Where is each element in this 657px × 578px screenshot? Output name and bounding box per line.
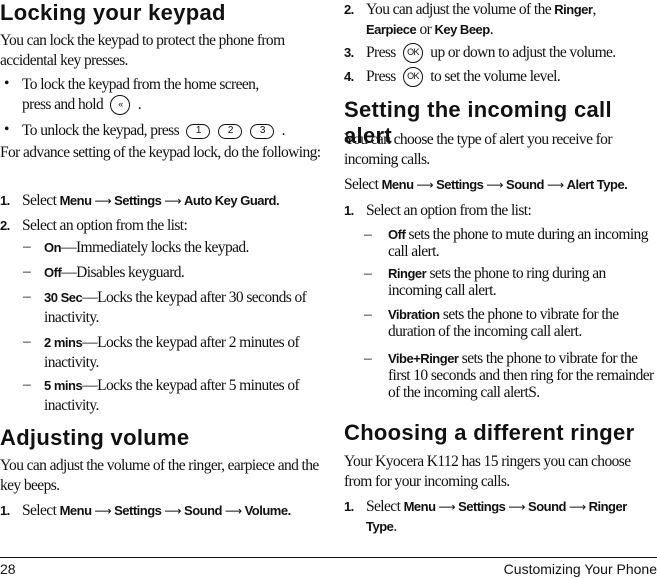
step-2-select-option: 2. Select an option from the list: bbox=[0, 217, 188, 234]
chapter-title: Customizing Your Phone bbox=[503, 561, 657, 577]
volume-intro: You can adjust the volume of the ringer,… bbox=[0, 457, 319, 494]
arrow-icon: ⟶ bbox=[508, 500, 526, 514]
locking-intro: You can lock the keypad to protect the p… bbox=[0, 32, 285, 69]
option-30-sec: – 30 Sec—Locks the keypad after 30 secon… bbox=[23, 288, 307, 326]
bullet-lock: • To lock the keypad from the home scree… bbox=[0, 75, 322, 116]
alert-step-1: 1. Select an option from the list: bbox=[344, 202, 532, 219]
advance-setting-text: For advance setting of the keypad lock, … bbox=[0, 144, 321, 161]
arrow-icon: ⟶ bbox=[164, 194, 182, 208]
bullet-dot: • bbox=[4, 121, 9, 138]
alert-select-path: Select Menu ⟶ Settings ⟶ Sound ⟶ Alert Type. bbox=[344, 176, 628, 193]
arrow-icon: ⟶ bbox=[546, 178, 564, 192]
step-1-auto-key-guard: 1. Select Menu ⟶ Settings ⟶ Auto Key Guard. bbox=[0, 192, 280, 209]
alert-intro: You can choose the type of alert you rec… bbox=[344, 131, 613, 168]
ringer-intro: Your Kyocera K112 has 15 ringers you can… bbox=[344, 453, 631, 490]
alert-option-vibe-ringer: – Vibe+Ringer sets the phone to vibrate … bbox=[364, 350, 654, 401]
arrow-icon: ⟶ bbox=[568, 500, 586, 514]
step-1-volume: 1. Select Menu ⟶ Settings ⟶ Sound ⟶ Volume. bbox=[0, 502, 291, 519]
heading-different-ringer: Choosing a different ringer bbox=[344, 420, 635, 445]
arrow-icon: ⟶ bbox=[224, 504, 242, 518]
ok-key-icon: OK bbox=[403, 67, 424, 88]
step-4-press-ok: 4. Press OK to set the volume level. bbox=[344, 67, 657, 88]
footer-divider bbox=[0, 557, 657, 558]
step-3-press-ok: 3. Press OK up or down to adjust the vol… bbox=[344, 43, 657, 64]
page-number: 28 bbox=[0, 561, 16, 577]
heading-locking-keypad: Locking your keypad bbox=[0, 0, 226, 25]
arrow-icon: ⟶ bbox=[164, 504, 182, 518]
key-2-icon: 2 bbox=[218, 123, 243, 139]
option-5-mins: – 5 mins—Locks the keypad after 5 minute… bbox=[23, 376, 300, 414]
alert-option-ringer: – Ringer sets the phone to ring during a… bbox=[364, 265, 606, 299]
back-key-icon: « bbox=[110, 95, 131, 116]
arrow-icon: ⟶ bbox=[94, 504, 112, 518]
arrow-icon: ⟶ bbox=[416, 178, 434, 192]
arrow-icon: ⟶ bbox=[94, 194, 112, 208]
ok-key-icon: OK bbox=[403, 43, 424, 64]
key-3-icon: 3 bbox=[250, 123, 275, 139]
bullet-dot: • bbox=[4, 75, 9, 92]
bullet-unlock-text: To unlock the keypad, press 123 . bbox=[22, 122, 286, 139]
key-1-icon: 1 bbox=[186, 123, 211, 139]
step-2-volume-types: 2. You can adjust the volume of the Ring… bbox=[344, 1, 596, 38]
heading-adjusting-volume: Adjusting volume bbox=[0, 425, 190, 450]
option-off: – Off—Disables keyguard. bbox=[23, 263, 185, 281]
option-on: – On—Immediately locks the keypad. bbox=[23, 238, 249, 256]
ringer-step-1: 1. Select Menu ⟶ Settings ⟶ Sound ⟶ Ringer Typ… bbox=[344, 498, 627, 535]
arrow-icon: ⟶ bbox=[486, 178, 504, 192]
option-2-mins: – 2 mins—Locks the keypad after 2 minute… bbox=[23, 333, 300, 371]
bullet-unlock: • To unlock the keypad, press 123 . bbox=[0, 121, 322, 141]
arrow-icon: ⟶ bbox=[438, 500, 456, 514]
alert-option-off: – Off sets the phone to mute during an i… bbox=[364, 226, 648, 260]
bullet-lock-text: To lock the keypad from the home screen,… bbox=[0, 75, 322, 116]
alert-option-vibration: – Vibration sets the phone to vibrate fo… bbox=[364, 306, 619, 340]
